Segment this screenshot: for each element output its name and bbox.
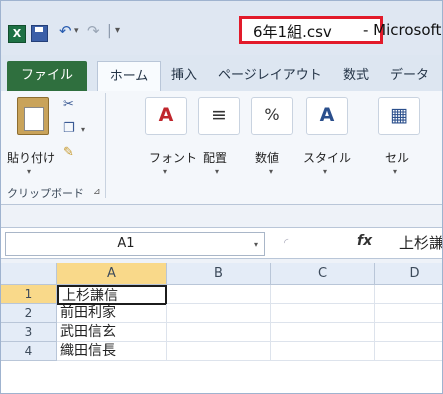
excel-window: X ↶ ▾ ↷ | ▾ 6年1組.csv - Microsoft ファイル ホー…	[0, 0, 443, 394]
format-painter-icon[interactable]: ✎	[63, 145, 74, 160]
undo-icon[interactable]: ↶	[59, 22, 72, 40]
undo-dropdown-icon[interactable]: ▾	[74, 26, 79, 36]
number-button-label[interactable]: 数値	[255, 149, 279, 166]
number-format-icon[interactable]: %	[251, 97, 293, 135]
name-box-value: A1	[117, 236, 135, 251]
row-header[interactable]: 4	[1, 342, 57, 361]
alignment-dropdown-icon[interactable]: ▾	[215, 167, 219, 176]
cell-c1[interactable]	[271, 285, 375, 304]
ribbon-tabs: ファイル ホーム 挿入 ページレイアウト 数式 データ	[1, 55, 442, 92]
title-bar: X ↶ ▾ ↷ | ▾ 6年1組.csv - Microsoft	[1, 1, 442, 55]
document-title: 6年1組.csv	[253, 23, 332, 41]
cells-dropdown-icon[interactable]: ▾	[393, 167, 397, 176]
ribbon-divider	[105, 93, 106, 198]
formula-bar: A1 ▾ ◜ fx 上杉謙	[1, 227, 442, 259]
name-box-dropdown-icon[interactable]: ▾	[254, 240, 258, 249]
cell-b1[interactable]	[167, 285, 271, 304]
cell-c4[interactable]	[271, 342, 375, 361]
column-header-a[interactable]: A	[57, 263, 167, 285]
cell-a3[interactable]: 武田信玄	[57, 323, 167, 342]
styles-icon[interactable]: A	[306, 97, 348, 135]
number-dropdown-icon[interactable]: ▾	[269, 167, 273, 176]
cell-c2[interactable]	[271, 304, 375, 323]
tab-insert[interactable]: 挿入	[171, 62, 197, 90]
font-button-label[interactable]: フォント	[149, 149, 197, 166]
column-header-c[interactable]: C	[271, 263, 375, 285]
column-header-b[interactable]: B	[167, 263, 271, 285]
quick-access-separator: |	[107, 23, 112, 39]
row-header[interactable]: 1	[1, 285, 57, 304]
tab-formulas[interactable]: 数式	[343, 62, 369, 90]
save-icon[interactable]	[31, 25, 48, 42]
cell-d1[interactable]	[375, 285, 442, 304]
fx-icon[interactable]: fx	[357, 233, 372, 249]
cells-button-label[interactable]: セル	[385, 149, 409, 166]
cut-icon[interactable]: ✂	[63, 97, 74, 112]
tab-file[interactable]: ファイル	[7, 61, 87, 91]
cell-d2[interactable]	[375, 304, 442, 323]
app-title: - Microsoft	[363, 21, 442, 39]
cell-b3[interactable]	[167, 323, 271, 342]
redo-icon[interactable]: ↷	[87, 22, 100, 40]
name-box[interactable]: A1 ▾	[5, 232, 265, 256]
cell-c3[interactable]	[271, 323, 375, 342]
column-header-d[interactable]: D	[375, 263, 442, 285]
styles-button-label[interactable]: スタイル	[303, 149, 351, 166]
tab-data[interactable]: データ	[390, 62, 429, 90]
dropdown-caret-icon[interactable]: ▾	[115, 25, 120, 36]
cell-d3[interactable]	[375, 323, 442, 342]
font-dropdown-icon[interactable]: ▾	[163, 167, 167, 176]
tab-page-layout[interactable]: ページレイアウト	[218, 62, 322, 90]
cells-icon[interactable]: ▦	[378, 97, 420, 135]
clipboard-launcher-icon[interactable]: ⊿	[93, 187, 101, 197]
row-header[interactable]: 3	[1, 323, 57, 342]
alignment-icon[interactable]: ≡	[198, 97, 240, 135]
paste-icon[interactable]	[17, 97, 49, 135]
excel-icon[interactable]: X	[8, 25, 26, 43]
worksheet-grid: A B C D 1 2 3 4 上杉謙信 前田利家 武田信玄 織田信長	[1, 263, 442, 393]
cell-d4[interactable]	[375, 342, 442, 361]
cell-a2[interactable]: 前田利家	[57, 304, 167, 323]
ribbon: ✂ ❐ ▾ ✎ 貼り付け ▾ クリップボード ⊿ A フォント ▾ ≡ 配置 ▾…	[1, 91, 442, 205]
formula-bar-handle-icon[interactable]: ◜	[284, 236, 288, 249]
copy-dropdown-icon[interactable]: ▾	[81, 125, 85, 134]
cell-b2[interactable]	[167, 304, 271, 323]
row-header[interactable]: 2	[1, 304, 57, 323]
cell-b4[interactable]	[167, 342, 271, 361]
clipboard-group-label: クリップボード	[7, 187, 84, 200]
paste-label[interactable]: 貼り付け	[7, 149, 55, 166]
cell-a4[interactable]: 織田信長	[57, 342, 167, 361]
paste-dropdown-icon[interactable]: ▾	[27, 167, 31, 176]
formula-value[interactable]: 上杉謙	[399, 232, 442, 253]
cell-a1[interactable]: 上杉謙信	[57, 285, 167, 305]
copy-icon[interactable]: ❐	[63, 121, 75, 136]
alignment-button-label[interactable]: 配置	[203, 149, 227, 166]
font-icon[interactable]: A	[145, 97, 187, 135]
select-all-corner[interactable]	[1, 263, 57, 285]
styles-dropdown-icon[interactable]: ▾	[323, 167, 327, 176]
tab-home[interactable]: ホーム	[97, 61, 161, 92]
